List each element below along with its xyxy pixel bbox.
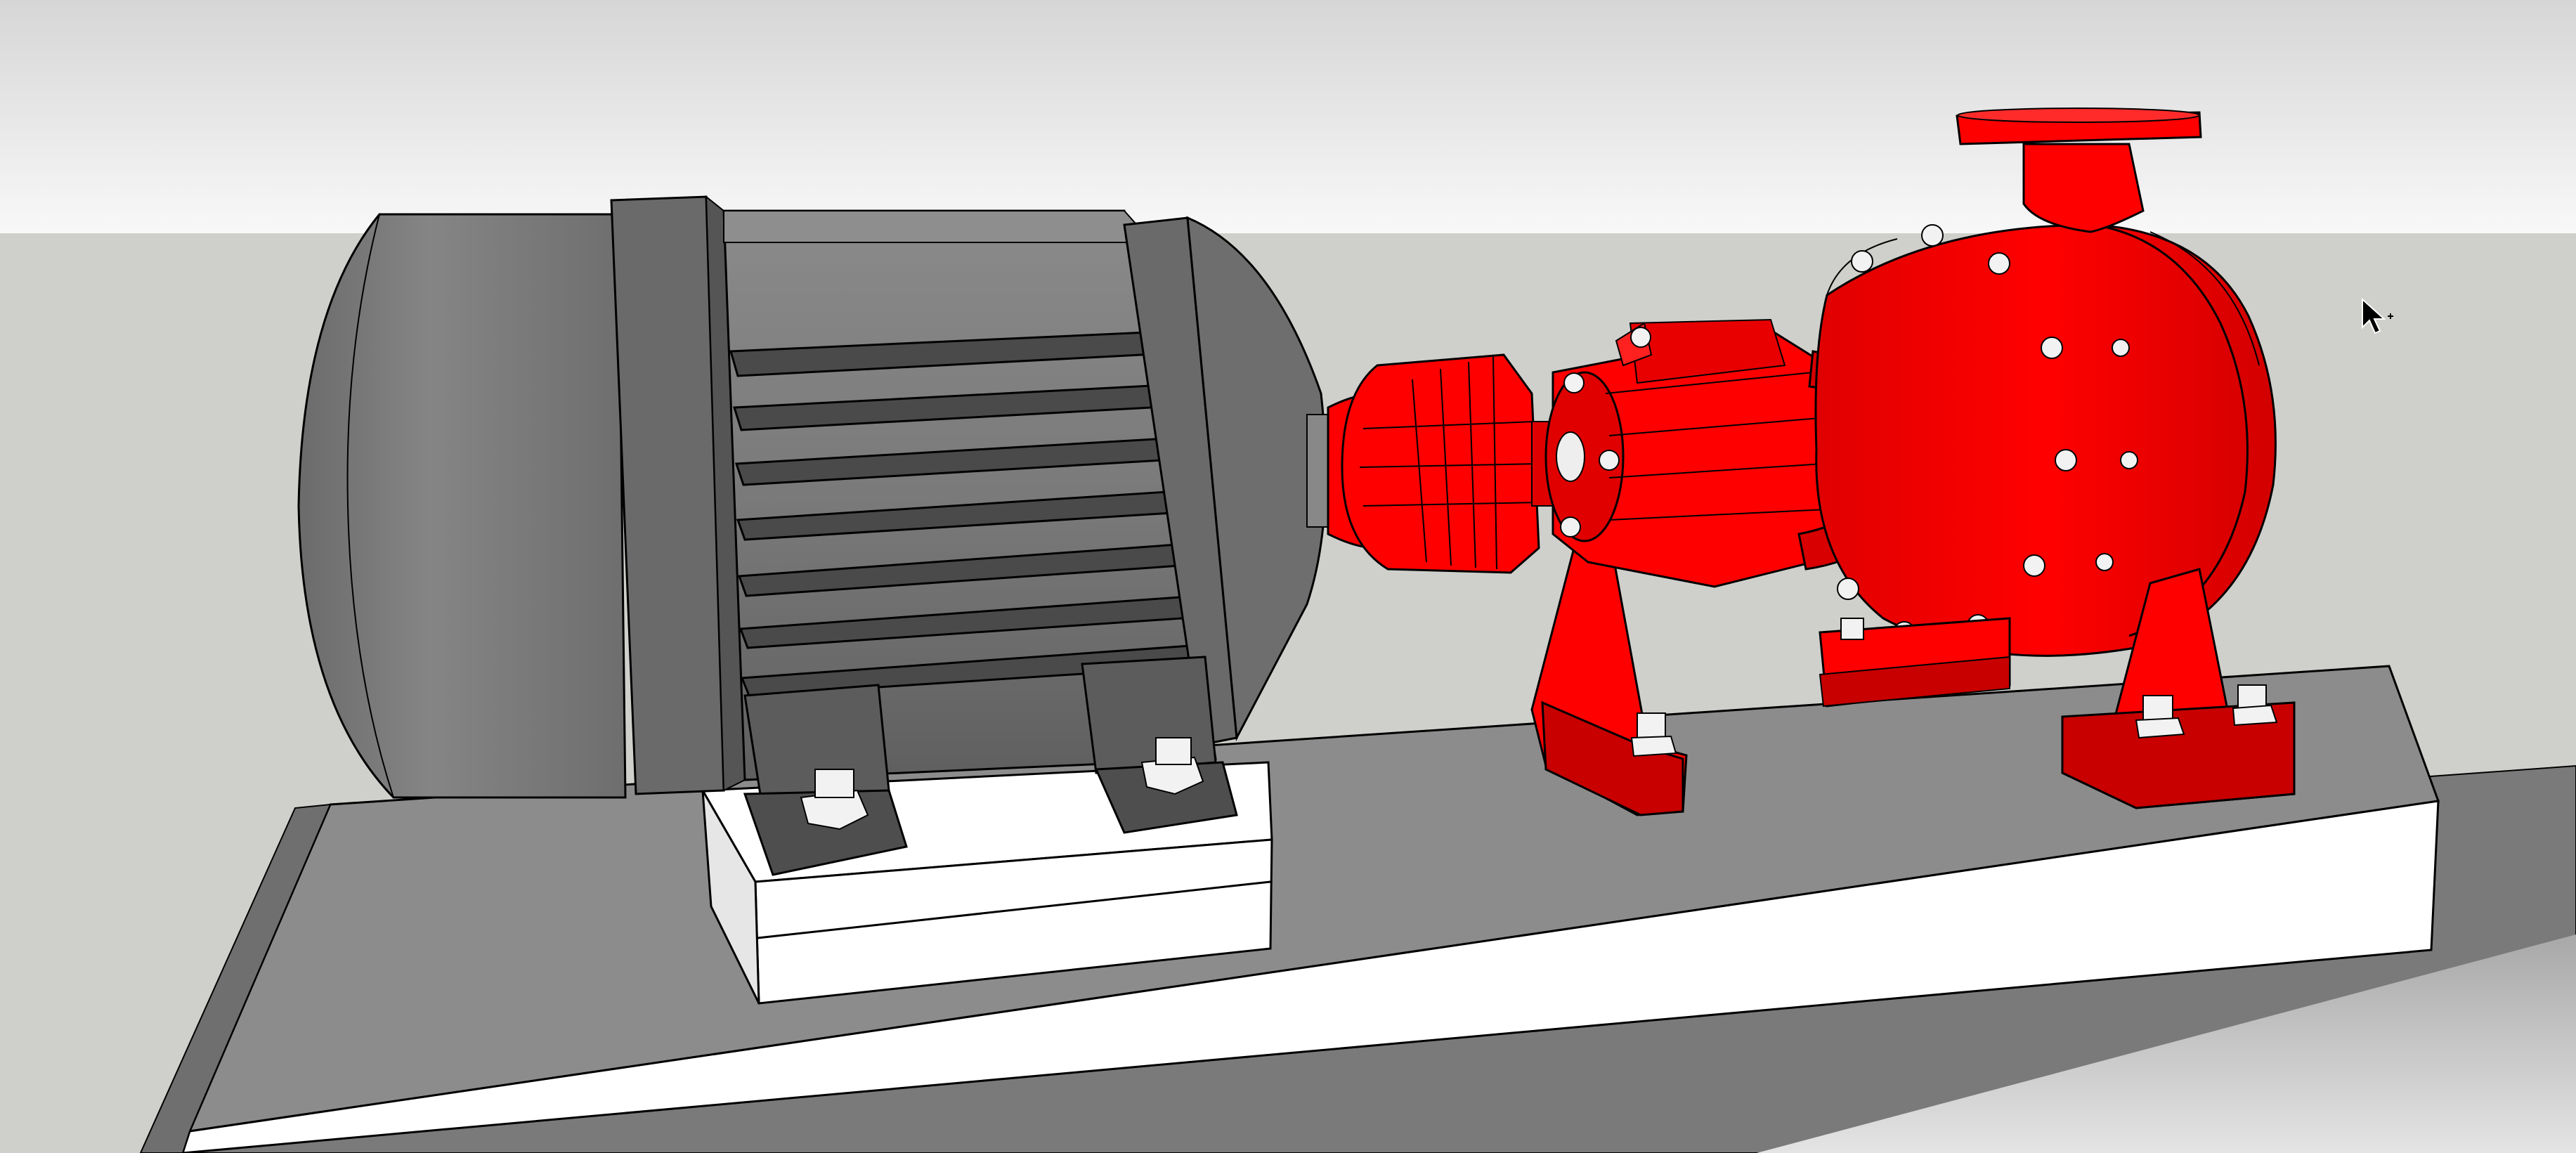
- electric-motor: [297, 195, 1339, 876]
- shaft-coupling: [1327, 353, 1561, 574]
- select-arrow-cursor-icon: [2362, 298, 2393, 334]
- model-scene[interactable]: [0, 0, 2576, 1153]
- sketchup-viewport[interactable]: [0, 0, 2576, 1153]
